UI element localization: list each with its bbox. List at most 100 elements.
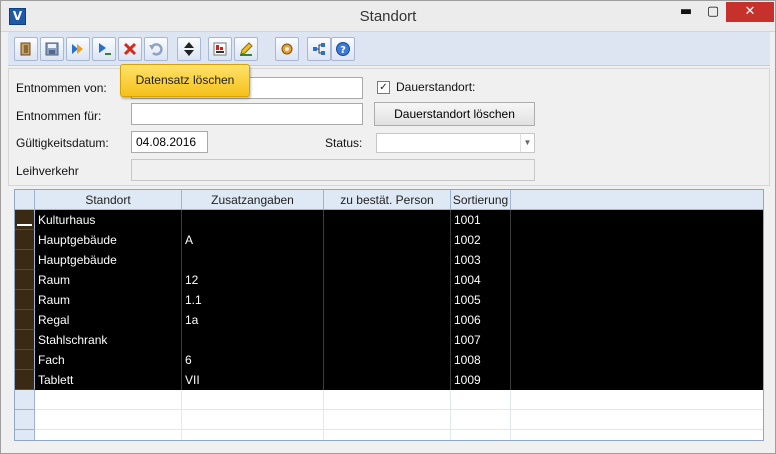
cell-person[interactable] <box>324 370 451 390</box>
cell-person[interactable] <box>324 230 451 250</box>
cell-zusatzangaben[interactable] <box>182 410 324 430</box>
cell-zusatzangaben[interactable] <box>182 330 324 350</box>
cell-sortierung[interactable] <box>451 390 511 410</box>
cell-zusatzangaben[interactable] <box>182 390 324 410</box>
cell-person[interactable] <box>324 250 451 270</box>
tree-view-button[interactable] <box>307 37 331 61</box>
row-indicator[interactable] <box>15 410 35 430</box>
cell-standort[interactable]: Stahlschrank <box>35 330 182 350</box>
cell-person[interactable] <box>324 270 451 290</box>
status-select[interactable]: ▼ <box>376 133 535 153</box>
cell-standort[interactable]: Tablett <box>35 370 182 390</box>
row-indicator[interactable] <box>15 210 35 230</box>
minimize-button[interactable]: ▬ <box>672 2 700 22</box>
dauerstandort-checkbox[interactable]: ✓ <box>377 81 390 94</box>
cell-sortierung[interactable]: 1002 <box>451 230 511 250</box>
cell-sortierung[interactable]: 1001 <box>451 210 511 230</box>
undo-button[interactable] <box>144 37 168 61</box>
dauerstandort-loeschen-button[interactable]: Dauerstandort löschen <box>374 102 535 126</box>
row-indicator[interactable] <box>15 250 35 270</box>
last-record-button[interactable] <box>92 37 116 61</box>
maximize-button[interactable]: ▢ <box>699 2 727 22</box>
table-row[interactable]: Hauptgebäude A 1002 <box>15 230 763 250</box>
cell-zusatzangaben[interactable]: 1a <box>182 310 324 330</box>
column-header-sortierung[interactable]: Sortierung <box>451 190 511 210</box>
cell-zusatzangaben[interactable] <box>182 430 324 440</box>
cell-sortierung[interactable]: 1003 <box>451 250 511 270</box>
cell-zusatzangaben[interactable]: VII <box>182 370 324 390</box>
cell-sortierung[interactable]: 1009 <box>451 370 511 390</box>
cell-zusatzangaben[interactable]: 6 <box>182 350 324 370</box>
column-header-person[interactable]: zu bestät. Person <box>324 190 451 210</box>
row-indicator[interactable] <box>15 370 35 390</box>
empty-row[interactable] <box>15 430 763 440</box>
row-indicator[interactable] <box>15 270 35 290</box>
cell-zusatzangaben[interactable]: 1.1 <box>182 290 324 310</box>
cell-zusatzangaben[interactable]: 12 <box>182 270 324 290</box>
save-button[interactable] <box>40 37 64 61</box>
move-up-down-button[interactable] <box>177 37 201 61</box>
close-button[interactable]: ✕ <box>726 2 774 22</box>
next-record-button[interactable] <box>66 37 90 61</box>
cell-sortierung[interactable] <box>451 430 511 440</box>
cell-standort[interactable]: Hauptgebäude <box>35 230 182 250</box>
help-button[interactable]: ? <box>331 37 355 61</box>
row-indicator[interactable] <box>15 350 35 370</box>
cell-person[interactable] <box>324 350 451 370</box>
row-indicator[interactable] <box>15 230 35 250</box>
cell-sortierung[interactable]: 1005 <box>451 290 511 310</box>
cell-standort[interactable] <box>35 430 182 440</box>
cell-person[interactable] <box>324 210 451 230</box>
edit-button[interactable] <box>234 37 258 61</box>
cell-person[interactable] <box>324 290 451 310</box>
settings-button[interactable] <box>275 37 299 61</box>
table-row[interactable]: Kulturhaus 1001 <box>15 210 763 230</box>
empty-row[interactable] <box>15 410 763 430</box>
cell-person[interactable] <box>324 310 451 330</box>
row-indicator[interactable] <box>15 330 35 350</box>
cell-sortierung[interactable]: 1004 <box>451 270 511 290</box>
column-header-zusatzangaben[interactable]: Zusatzangaben <box>182 190 324 210</box>
table-row[interactable]: Tablett VII 1009 <box>15 370 763 390</box>
delete-record-tooltip: Datensatz löschen <box>120 64 250 97</box>
cell-standort[interactable]: Kulturhaus <box>35 210 182 230</box>
table-row[interactable]: Stahlschrank 1007 <box>15 330 763 350</box>
cell-standort[interactable] <box>35 410 182 430</box>
exit-button[interactable] <box>14 37 38 61</box>
row-indicator[interactable] <box>15 430 35 440</box>
row-indicator[interactable] <box>15 310 35 330</box>
report-button[interactable] <box>208 37 232 61</box>
cell-standort[interactable]: Hauptgebäude <box>35 250 182 270</box>
row-indicator[interactable] <box>15 390 35 410</box>
table-row[interactable]: Raum 12 1004 <box>15 270 763 290</box>
row-indicator[interactable] <box>15 290 35 310</box>
cell-standort[interactable]: Raum <box>35 290 182 310</box>
gueltigkeitsdatum-input[interactable] <box>131 131 208 153</box>
cell-person[interactable] <box>324 330 451 350</box>
cell-standort[interactable] <box>35 390 182 410</box>
cell-person[interactable] <box>324 390 451 410</box>
table-row[interactable]: Regal 1a 1006 <box>15 310 763 330</box>
empty-row[interactable] <box>15 390 763 410</box>
entnommen-von-label: Entnommen von: <box>16 81 107 95</box>
cell-sortierung[interactable] <box>451 410 511 430</box>
chevron-down-icon[interactable]: ▼ <box>520 134 534 152</box>
cell-zusatzangaben[interactable] <box>182 210 324 230</box>
table-row[interactable]: Fach 6 1008 <box>15 350 763 370</box>
delete-record-button[interactable] <box>118 37 142 61</box>
cell-standort[interactable]: Regal <box>35 310 182 330</box>
table-row[interactable]: Hauptgebäude 1003 <box>15 250 763 270</box>
cell-sortierung[interactable]: 1007 <box>451 330 511 350</box>
cell-standort[interactable]: Fach <box>35 350 182 370</box>
entnommen-fuer-input[interactable] <box>131 103 363 125</box>
cell-zusatzangaben[interactable]: A <box>182 230 324 250</box>
cell-sortierung[interactable]: 1006 <box>451 310 511 330</box>
cell-person[interactable] <box>324 410 451 430</box>
location-table[interactable]: Standort Zusatzangaben zu bestät. Person… <box>14 189 764 441</box>
column-header-standort[interactable]: Standort <box>35 190 182 210</box>
cell-sortierung[interactable]: 1008 <box>451 350 511 370</box>
cell-person[interactable] <box>324 430 451 440</box>
table-row[interactable]: Raum 1.1 1005 <box>15 290 763 310</box>
cell-zusatzangaben[interactable] <box>182 250 324 270</box>
cell-standort[interactable]: Raum <box>35 270 182 290</box>
